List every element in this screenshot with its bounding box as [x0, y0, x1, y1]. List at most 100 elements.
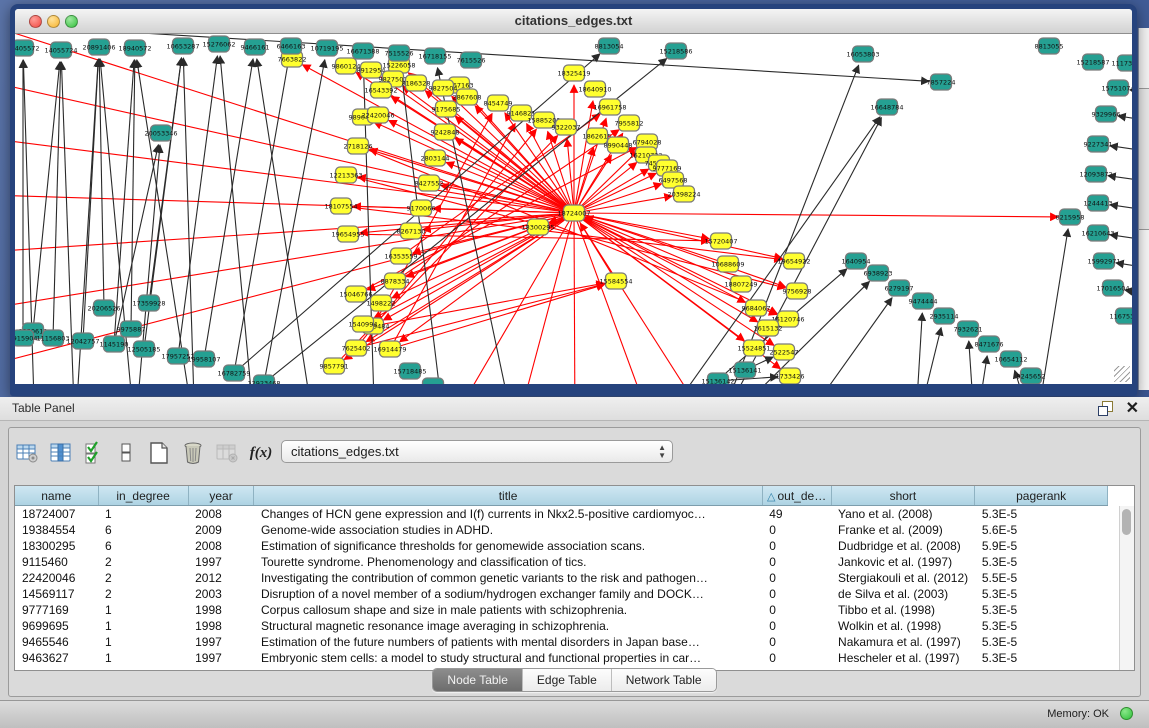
table-row[interactable]: 969969511998Structural magnetic resonanc…	[15, 618, 1108, 634]
table-cell: Jankovic et al. (1997)	[831, 554, 975, 570]
graph-node-label: 15218587	[1076, 58, 1109, 66]
graph-node-label: 15992971	[1087, 257, 1120, 265]
graph-node-label: 9322037	[552, 123, 581, 131]
table-cell: 2012	[188, 570, 254, 586]
table-cell: 1998	[188, 618, 254, 634]
table-row[interactable]: 911546021997Tourette syndrome. Phenomeno…	[15, 554, 1108, 570]
table-row[interactable]: 1456911722003Disruption of a novel membe…	[15, 586, 1108, 602]
table-row[interactable]: 1938455462009Genome-wide association stu…	[15, 522, 1108, 538]
table-row[interactable]: 2242004622012Investigating the contribut…	[15, 570, 1108, 586]
graph-node-label: 16914479	[373, 345, 406, 353]
graph-node-label: 19654922	[777, 257, 810, 265]
table-scrollbar[interactable]	[1119, 506, 1134, 670]
delete-rows-icon[interactable]	[179, 438, 207, 468]
column-header-name[interactable]: name	[15, 486, 98, 506]
node-table: name in_degree year title △out_de… short…	[14, 485, 1135, 671]
graph-node-label: 16210643	[1081, 229, 1114, 237]
new-table-icon[interactable]	[145, 438, 173, 468]
network-canvas[interactable]: 1872400776638229860124891295415226058982…	[15, 34, 1132, 384]
network-window: citations_edges.txt 18724007766382298601…	[10, 4, 1137, 396]
table-row[interactable]: 946554611997Estimation of the future num…	[15, 634, 1108, 650]
table-row[interactable]: 977716911998Corpus callosum shape and si…	[15, 602, 1108, 618]
table-cell: 5.3E-5	[975, 650, 1108, 666]
column-header-short[interactable]: short	[831, 486, 975, 506]
table-cell: 5.9E-5	[975, 538, 1108, 554]
table-cell: 6	[98, 522, 188, 538]
graph-node-label: 15136142	[701, 377, 734, 384]
citation-graph[interactable]: 1872400776638229860124891295415226058982…	[15, 34, 1132, 384]
table-settings-icon[interactable]	[13, 438, 41, 468]
table-row[interactable]: 946362711997Embryonic stem cells: a mode…	[15, 650, 1108, 666]
graph-node-label: 18940572	[118, 44, 151, 52]
tab-network-table[interactable]: Network Table	[611, 669, 716, 691]
graph-node-label: 2935114	[930, 312, 959, 320]
table-selector-value: citations_edges.txt	[291, 444, 399, 459]
table-cell: Estimation of significance thresholds fo…	[254, 538, 762, 554]
column-header-out-degree[interactable]: △out_de…	[762, 486, 831, 506]
graph-node-label: 6466163	[277, 42, 306, 50]
graph-node-label: 15218586	[659, 47, 692, 55]
column-header-pagerank[interactable]: pagerank	[975, 486, 1108, 506]
graph-node-label: 9777169	[653, 164, 682, 172]
close-panel-icon[interactable]: ✕	[1126, 398, 1139, 418]
table-cell: Structural magnetic resonance image aver…	[254, 618, 762, 634]
float-panel-icon[interactable]	[1098, 401, 1113, 416]
table-cell: Dudbridge et al. (2008)	[831, 538, 975, 554]
graph-node-label: 19654955	[331, 230, 364, 238]
table-cell: 14569117	[15, 586, 98, 602]
table-header-row[interactable]: name in_degree year title △out_de… short…	[15, 486, 1108, 506]
table-scrollbar-thumb[interactable]	[1122, 509, 1131, 535]
table-cell: 49	[762, 506, 831, 523]
table-cell: Embryonic stem cells: a model to study s…	[254, 650, 762, 666]
window-resize-grip[interactable]	[1114, 366, 1130, 382]
table-cell: 18300295	[15, 538, 98, 554]
sort-ascending-icon: △	[767, 491, 775, 503]
select-all-rows-icon[interactable]	[81, 438, 109, 468]
table-cell: 1	[98, 506, 188, 523]
column-header-in-degree[interactable]: in_degree	[98, 486, 188, 506]
column-header-title[interactable]: title	[254, 486, 762, 506]
memory-status-label: Memory: OK	[1047, 708, 1109, 720]
function-builder-icon[interactable]: f(x)	[247, 438, 275, 468]
graph-edge	[574, 213, 782, 258]
table-selector[interactable]: citations_edges.txt ▲▼	[281, 440, 673, 463]
graph-edge	[1035, 229, 1068, 384]
graph-node-label: 15046766	[339, 290, 372, 298]
network-window-titlebar[interactable]: citations_edges.txt	[15, 9, 1132, 34]
network-desktop: citations_edges.txt 18724007766382298601…	[0, 0, 1149, 397]
graph-node-label: 2522547	[770, 348, 799, 356]
select-column-icon[interactable]	[47, 438, 75, 468]
graph-node-label: 10719195	[310, 44, 343, 52]
background-window-fragment	[1138, 28, 1149, 390]
graph-node-label: 1540994	[349, 320, 378, 328]
table-cell: Tibbo et al. (1998)	[831, 602, 975, 618]
graph-node-label: 18807249	[724, 280, 757, 288]
graph-node-label: 15584554	[599, 277, 632, 285]
table-cell: 19384554	[15, 522, 98, 538]
graph-node-label: 15524851	[737, 344, 770, 352]
tab-node-table[interactable]: Node Table	[433, 669, 522, 691]
table-cell: 0	[762, 522, 831, 538]
graph-node-label: 20398224	[667, 190, 700, 198]
tab-edge-table[interactable]: Edge Table	[522, 669, 611, 691]
graph-node-label: 11675355	[1109, 312, 1132, 320]
column-header-year[interactable]: year	[188, 486, 254, 506]
table-cell: Franke et al. (2009)	[831, 522, 975, 538]
graph-node-label: 1244413	[1084, 199, 1113, 207]
table-cell: 5.3E-5	[975, 586, 1108, 602]
row-boxes-icon[interactable]	[113, 438, 141, 468]
combo-stepper-icon: ▲▼	[658, 444, 666, 460]
graph-node-label: 9756928	[783, 287, 812, 295]
graph-node-label: 7955812	[615, 119, 644, 127]
table-cell: 0	[762, 634, 831, 650]
table-row[interactable]: 1830029562008Estimation of significance …	[15, 538, 1108, 554]
graph-node-label: 9474444	[909, 297, 938, 305]
table-row[interactable]: 1872400712008Changes of HCN gene express…	[15, 506, 1108, 523]
table-cell: Yano et al. (2008)	[831, 506, 975, 523]
status-bar: Memory: OK	[0, 700, 1149, 728]
graph-node-label: 15136141	[728, 366, 761, 374]
table-cell: 1997	[188, 634, 254, 650]
graph-node-label: 2718126	[344, 142, 373, 150]
table-cell: 0	[762, 602, 831, 618]
table-cell: 1	[98, 650, 188, 666]
